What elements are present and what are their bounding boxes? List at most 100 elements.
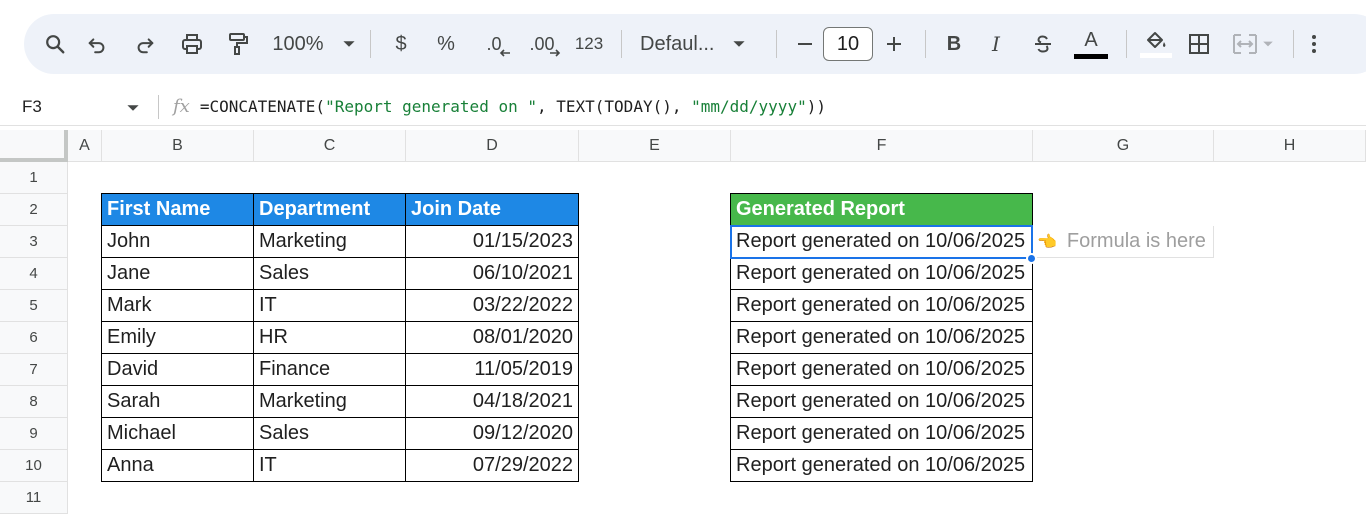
search-icon	[46, 35, 65, 54]
fill-handle[interactable]	[1026, 253, 1037, 264]
header-first-name[interactable]: First Name	[101, 193, 254, 226]
chevron-down-icon	[342, 41, 355, 47]
select-all-corner[interactable]	[0, 130, 68, 162]
row-header-9[interactable]: 9	[0, 418, 68, 450]
cell-first-name[interactable]: Michael	[101, 417, 254, 450]
cell-generated-report[interactable]: Report generated on 10/06/2025	[730, 321, 1033, 354]
undo-button[interactable]	[72, 24, 122, 64]
cell-generated-report[interactable]: Report generated on 10/06/2025	[730, 289, 1033, 322]
cell-generated-report[interactable]: Report generated on 10/06/2025	[730, 417, 1033, 450]
column-header-g[interactable]: G	[1033, 130, 1214, 162]
fill-color-button[interactable]	[1137, 24, 1175, 64]
cell-first-name[interactable]: Jane	[101, 257, 254, 290]
header-department[interactable]: Department	[253, 193, 406, 226]
percent-format-button[interactable]: %	[421, 24, 471, 64]
cell-department[interactable]: IT	[253, 449, 406, 482]
font-select[interactable]: Defaul...	[632, 24, 766, 64]
decrease-decimal-button[interactable]: .0	[471, 24, 517, 64]
column-header-f[interactable]: F	[731, 130, 1033, 162]
toolbar-area: 100% $ % .0 .00 123 Defaul... 10 B I A	[0, 0, 1366, 88]
column-header-d[interactable]: D	[406, 130, 579, 162]
search-menus-button[interactable]	[38, 24, 72, 64]
borders-icon	[1189, 34, 1209, 54]
row-header-8[interactable]: 8	[0, 386, 68, 418]
toolbar-divider	[1293, 30, 1294, 58]
chevron-down-icon	[733, 41, 746, 47]
cell-first-name[interactable]: Sarah	[101, 385, 254, 418]
borders-button[interactable]	[1175, 24, 1223, 64]
more-options-button[interactable]	[1304, 24, 1324, 64]
row-header-3[interactable]: 3	[0, 226, 68, 258]
cell-department[interactable]: Marketing	[253, 225, 406, 258]
print-icon	[182, 34, 202, 54]
cell-department[interactable]: HR	[253, 321, 406, 354]
cell-generated-report[interactable]: Report generated on 10/06/2025	[730, 225, 1033, 258]
minus-icon	[798, 43, 812, 45]
cell-first-name[interactable]: Emily	[101, 321, 254, 354]
increase-decimal-button[interactable]: .00	[517, 24, 567, 64]
cell-department[interactable]: Sales	[253, 417, 406, 450]
row-header-11[interactable]: 11	[0, 482, 68, 514]
cell-generated-report[interactable]: Report generated on 10/06/2025	[730, 353, 1033, 386]
column-header-h[interactable]: H	[1214, 130, 1366, 162]
header-generated-report[interactable]: Generated Report	[730, 193, 1033, 226]
toolbar-divider	[1126, 30, 1127, 58]
cell-first-name[interactable]: David	[101, 353, 254, 386]
cell-join-date[interactable]: 09/12/2020	[405, 417, 579, 450]
cell-generated-report[interactable]: Report generated on 10/06/2025	[730, 257, 1033, 290]
name-box-value: F3	[22, 96, 42, 116]
cell-annotation[interactable]: 👈 Formula is here	[1033, 226, 1214, 258]
toolbar-divider	[370, 30, 371, 58]
merge-cells-button[interactable]	[1223, 24, 1283, 64]
cell-join-date[interactable]: 08/01/2020	[405, 321, 579, 354]
cell-department[interactable]: Finance	[253, 353, 406, 386]
header-join-date[interactable]: Join Date	[405, 193, 579, 226]
strikethrough-button[interactable]	[1020, 24, 1066, 64]
font-size-decrease-button[interactable]	[787, 24, 823, 64]
formula-prefix: =CONCATENATE(	[199, 97, 326, 116]
cell-generated-report[interactable]: Report generated on 10/06/2025	[730, 449, 1033, 482]
formula-input[interactable]: =CONCATENATE("Report generated on ", TEX…	[200, 97, 826, 116]
text-color-button[interactable]: A	[1066, 24, 1116, 64]
column-header-c[interactable]: C	[254, 130, 406, 162]
zoom-select[interactable]: 100%	[260, 24, 360, 64]
paint-format-button[interactable]	[216, 24, 260, 64]
row-header-1[interactable]: 1	[0, 162, 68, 194]
bold-button[interactable]: B	[936, 24, 972, 64]
cell-first-name[interactable]: Mark	[101, 289, 254, 322]
row-header-7[interactable]: 7	[0, 354, 68, 386]
print-button[interactable]	[168, 24, 216, 64]
number-format-button[interactable]: 123	[567, 24, 611, 64]
row-header-2[interactable]: 2	[0, 194, 68, 226]
font-size-increase-button[interactable]	[873, 24, 915, 64]
plus-icon	[887, 37, 901, 51]
redo-button[interactable]	[122, 24, 168, 64]
cell-join-date[interactable]: 03/22/2022	[405, 289, 579, 322]
cell-department[interactable]: Marketing	[253, 385, 406, 418]
annotation-text: Formula is here	[1066, 230, 1206, 252]
toolbar-divider	[776, 30, 777, 58]
text-color-label: A	[1084, 28, 1098, 51]
cell-join-date[interactable]: 01/15/2023	[405, 225, 579, 258]
cell-join-date[interactable]: 06/10/2021	[405, 257, 579, 290]
cell-department[interactable]: Sales	[253, 257, 406, 290]
font-value: Defaul...	[640, 32, 715, 55]
row-header-10[interactable]: 10	[0, 450, 68, 482]
cell-generated-report[interactable]: Report generated on 10/06/2025	[730, 385, 1033, 418]
row-header-5[interactable]: 5	[0, 290, 68, 322]
italic-button[interactable]: I	[972, 24, 1020, 64]
cell-join-date[interactable]: 11/05/2019	[405, 353, 579, 386]
column-header-b[interactable]: B	[102, 130, 254, 162]
name-box[interactable]: F3	[0, 97, 150, 117]
row-header-4[interactable]: 4	[0, 258, 68, 290]
cell-department[interactable]: IT	[253, 289, 406, 322]
cell-join-date[interactable]: 04/18/2021	[405, 385, 579, 418]
cell-join-date[interactable]: 07/29/2022	[405, 449, 579, 482]
currency-format-button[interactable]: $	[381, 24, 421, 64]
cell-first-name[interactable]: John	[101, 225, 254, 258]
column-header-e[interactable]: E	[579, 130, 731, 162]
font-size-input[interactable]: 10	[823, 27, 873, 61]
column-header-a[interactable]: A	[68, 130, 102, 162]
cell-first-name[interactable]: Anna	[101, 449, 254, 482]
row-header-6[interactable]: 6	[0, 322, 68, 354]
